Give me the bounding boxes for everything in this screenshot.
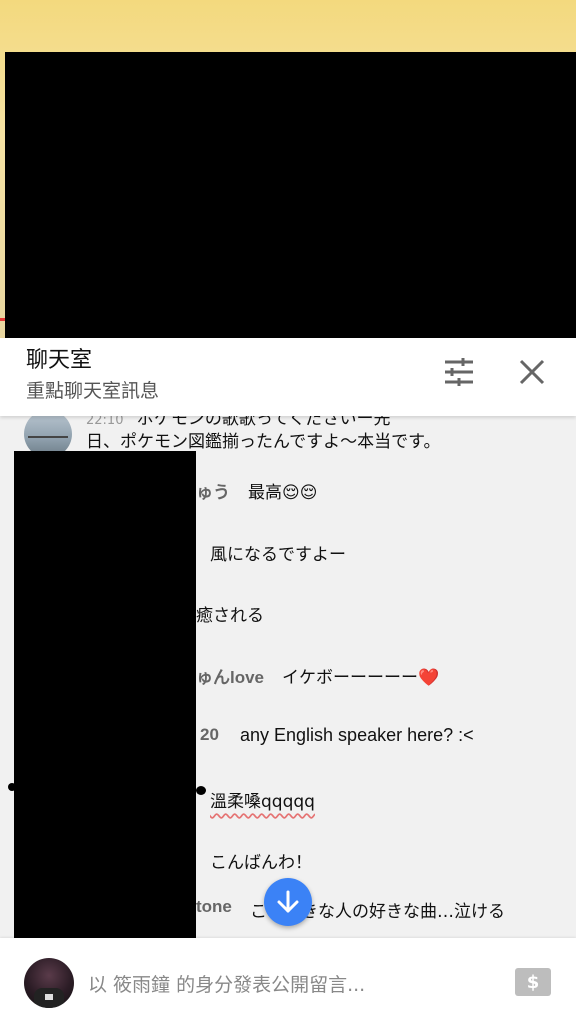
redacted-area <box>14 451 196 958</box>
super-chat-label: $ <box>526 971 540 993</box>
message-text: こんばんわ！ <box>210 853 312 873</box>
redacted-video-area <box>5 52 576 338</box>
message-author[interactable]: tone <box>196 897 232 917</box>
message-text: 風になるですよー <box>210 545 346 565</box>
message-author[interactable]: ゅんlove <box>196 663 264 688</box>
chat-input[interactable]: 以 筱雨鐘 的身分發表公開留言... <box>88 970 365 997</box>
filter-icon[interactable] <box>439 352 479 392</box>
close-icon[interactable] <box>512 352 552 392</box>
message-text: 最高😌😌 <box>248 483 318 503</box>
chat-title: 聊天室 <box>26 348 93 373</box>
video-player[interactable] <box>0 0 576 338</box>
chat-mode-selector[interactable]: 重點聊天室訊息 <box>26 376 159 403</box>
progress-bar[interactable] <box>0 318 5 321</box>
scroll-to-bottom-button[interactable] <box>264 878 312 926</box>
chat-composer: 以 筱雨鐘 的身分發表公開留言... $ <box>0 938 576 1024</box>
arrow-down-icon <box>277 890 299 913</box>
message-author[interactable]: 20 <box>200 725 219 745</box>
message-author[interactable]: ゅう <box>196 478 230 503</box>
message-text: 溫柔嗓qqqqq <box>210 792 315 812</box>
message-text: 癒される <box>196 606 264 626</box>
redacted-area <box>8 783 16 791</box>
message-text: 日、ポケモン図鑑揃ったんですよ〜本当です。 <box>86 432 441 452</box>
avatar <box>24 958 74 1008</box>
message-text: イケボーーーーー❤️ <box>282 668 440 688</box>
chat-header: 聊天室 重點聊天室訊息 <box>0 338 576 416</box>
redacted-area <box>196 786 206 795</box>
super-chat-icon[interactable]: $ <box>515 968 551 996</box>
message-text: any English speaker here? :< <box>240 725 474 745</box>
